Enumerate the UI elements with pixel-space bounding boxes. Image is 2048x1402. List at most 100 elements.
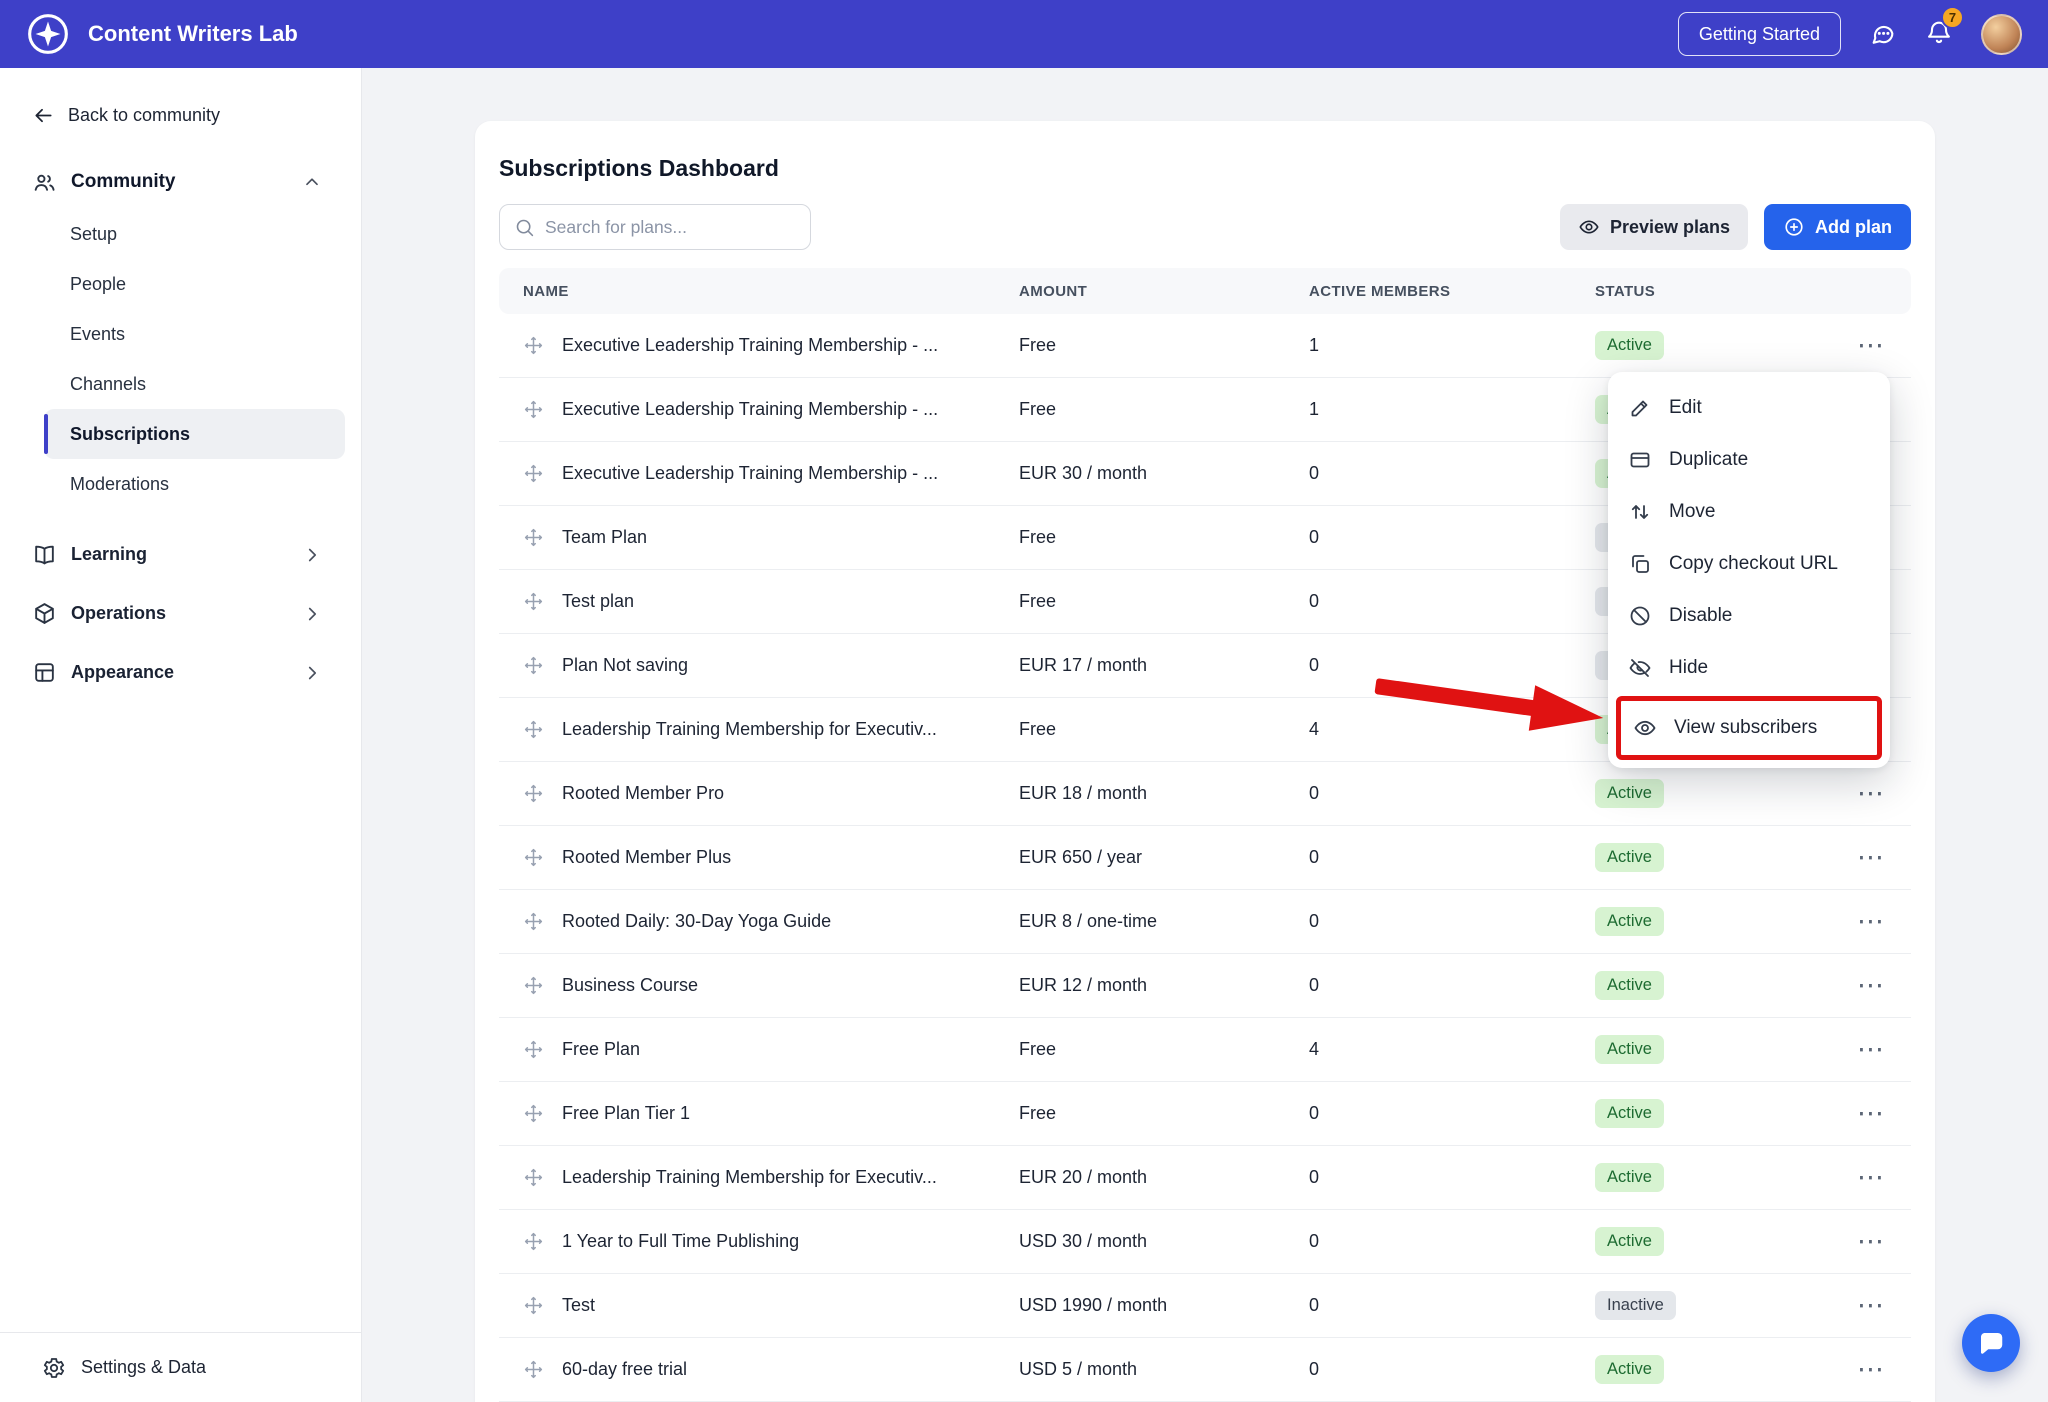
plan-amount: Free	[1019, 335, 1309, 356]
plan-active-members: 0	[1309, 975, 1595, 996]
plan-amount: Free	[1019, 719, 1309, 740]
row-menu-button[interactable]: ⋯	[1857, 1226, 1885, 1256]
menu-item-move[interactable]: Move	[1608, 486, 1890, 538]
status-badge: Active	[1595, 779, 1664, 808]
table-row: Free Plan Tier 1 Free 0 Active ⋯	[499, 1082, 1911, 1146]
row-menu-button[interactable]: ⋯	[1857, 1290, 1885, 1320]
drag-handle-icon[interactable]	[523, 1231, 544, 1252]
drag-handle-icon[interactable]	[523, 1359, 544, 1380]
add-plan-button[interactable]: Add plan	[1764, 204, 1911, 250]
drag-handle-icon[interactable]	[523, 1103, 544, 1124]
drag-handle-icon[interactable]	[523, 1039, 544, 1060]
appearance-icon	[32, 660, 57, 685]
plan-active-members: 0	[1309, 783, 1595, 804]
drag-handle-icon[interactable]	[523, 847, 544, 868]
plan-active-members: 4	[1309, 719, 1595, 740]
preview-plans-button[interactable]: Preview plans	[1560, 204, 1748, 250]
row-menu-button[interactable]: ⋯	[1857, 906, 1885, 936]
community-subitems: Setup People Events Channels Subscriptio…	[44, 209, 345, 509]
plan-amount: Free	[1019, 399, 1309, 420]
drag-handle-icon[interactable]	[523, 463, 544, 484]
sidebar-item-channels[interactable]: Channels	[44, 359, 345, 409]
table-row: Test USD 1990 / month 0 Inactive ⋯	[499, 1274, 1911, 1338]
chat-widget-button[interactable]	[1962, 1314, 2020, 1372]
plan-active-members: 0	[1309, 1167, 1595, 1188]
sidebar-item-people[interactable]: People	[44, 259, 345, 309]
plan-active-members: 1	[1309, 335, 1595, 356]
sidebar-item-events[interactable]: Events	[44, 309, 345, 359]
topbar-actions: Getting Started 7	[1678, 12, 2022, 56]
plan-active-members: 0	[1309, 591, 1595, 612]
drag-handle-icon[interactable]	[523, 719, 544, 740]
sidebar-item-label: Moderations	[70, 474, 169, 495]
menu-item-disable[interactable]: Disable	[1608, 590, 1890, 642]
sidebar-item-setup[interactable]: Setup	[44, 209, 345, 259]
row-menu-button[interactable]: ⋯	[1857, 1162, 1885, 1192]
preview-plans-label: Preview plans	[1610, 217, 1730, 238]
drag-handle-icon[interactable]	[523, 655, 544, 676]
eye-icon	[1578, 216, 1600, 238]
menu-item-edit[interactable]: Edit	[1608, 382, 1890, 434]
drag-handle-icon[interactable]	[523, 975, 544, 996]
sidebar-group-operations[interactable]: Operations	[32, 584, 323, 643]
sidebar-groups: Learning Operations Appearance	[0, 525, 361, 702]
drag-handle-icon[interactable]	[523, 783, 544, 804]
plan-amount: USD 5 / month	[1019, 1359, 1309, 1380]
drag-handle-icon[interactable]	[523, 399, 544, 420]
search-field[interactable]	[499, 204, 811, 250]
notifications-button[interactable]: 7	[1925, 18, 1953, 51]
disable-icon	[1628, 604, 1652, 628]
messages-icon[interactable]	[1869, 20, 1897, 48]
sidebar-group-appearance[interactable]: Appearance	[32, 643, 323, 702]
search-input[interactable]	[545, 217, 796, 238]
plan-amount: Free	[1019, 591, 1309, 612]
settings-and-data-link[interactable]: Settings & Data	[0, 1332, 361, 1402]
status-badge: Active	[1595, 843, 1664, 872]
getting-started-button[interactable]: Getting Started	[1678, 12, 1841, 56]
menu-item-hide[interactable]: Hide	[1608, 642, 1890, 694]
drag-handle-icon[interactable]	[523, 335, 544, 356]
avatar[interactable]	[1981, 14, 2022, 55]
plan-name: Rooted Member Plus	[562, 847, 731, 868]
logo-icon[interactable]	[26, 12, 70, 56]
plan-active-members: 0	[1309, 655, 1595, 676]
plan-active-members: 0	[1309, 1231, 1595, 1252]
status-badge: Active	[1595, 971, 1664, 1000]
copy-icon	[1628, 552, 1652, 576]
plan-active-members: 0	[1309, 463, 1595, 484]
row-menu-button[interactable]: ⋯	[1857, 1098, 1885, 1128]
menu-item-copy-checkout-url[interactable]: Copy checkout URL	[1608, 538, 1890, 590]
plan-active-members: 4	[1309, 1039, 1595, 1060]
drag-handle-icon[interactable]	[523, 527, 544, 548]
sidebar-item-label: People	[70, 274, 126, 295]
row-menu-button[interactable]: ⋯	[1857, 1034, 1885, 1064]
plan-active-members: 0	[1309, 527, 1595, 548]
plan-amount: Free	[1019, 527, 1309, 548]
row-menu-button[interactable]: ⋯	[1857, 842, 1885, 872]
status-badge: Active	[1595, 1099, 1664, 1128]
context-menu: Edit Duplicate Move Copy checkout URL Di…	[1608, 372, 1890, 768]
plan-name: Business Course	[562, 975, 698, 996]
learning-icon	[32, 542, 57, 567]
row-menu-button[interactable]: ⋯	[1857, 970, 1885, 1000]
sidebar-section-community[interactable]: Community	[32, 159, 323, 205]
menu-item-duplicate[interactable]: Duplicate	[1608, 434, 1890, 486]
sidebar-group-learning[interactable]: Learning	[32, 525, 323, 584]
drag-handle-icon[interactable]	[523, 1295, 544, 1316]
status-badge: Active	[1595, 1035, 1664, 1064]
drag-handle-icon[interactable]	[523, 1167, 544, 1188]
drag-handle-icon[interactable]	[523, 591, 544, 612]
row-menu-button[interactable]: ⋯	[1857, 1354, 1885, 1384]
row-menu-button[interactable]: ⋯	[1857, 330, 1885, 360]
plan-active-members: 0	[1309, 847, 1595, 868]
back-to-community-link[interactable]: Back to community	[32, 104, 337, 127]
sidebar-item-label: Setup	[70, 224, 117, 245]
plan-amount: USD 30 / month	[1019, 1231, 1309, 1252]
column-header-status: STATUS	[1595, 283, 1835, 300]
drag-handle-icon[interactable]	[523, 911, 544, 932]
sidebar-item-moderations[interactable]: Moderations	[44, 459, 345, 509]
sidebar-item-subscriptions[interactable]: Subscriptions	[44, 409, 345, 459]
menu-item-view-subscribers[interactable]: View subscribers	[1616, 696, 1882, 760]
edit-icon	[1628, 396, 1652, 420]
row-menu-button[interactable]: ⋯	[1857, 778, 1885, 808]
